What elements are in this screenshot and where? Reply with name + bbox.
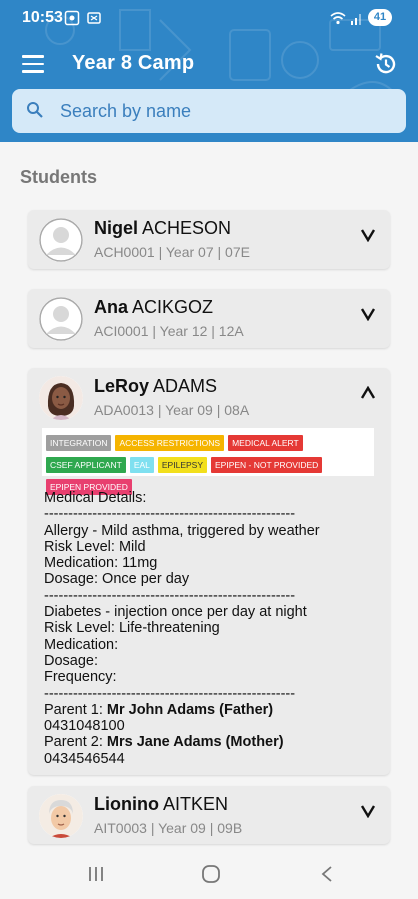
diabetes-medication: Medication: xyxy=(44,636,119,653)
allergy-dosage: Dosage: Once per day xyxy=(44,571,190,588)
system-nav-bar xyxy=(0,850,418,899)
status-time: 10:53 xyxy=(22,9,63,26)
parent-1: Parent 1: Mr John Adams (Father) xyxy=(44,701,274,718)
diabetes-dosage: Dosage: xyxy=(44,652,99,669)
chevron-up-icon[interactable] xyxy=(360,386,376,400)
back-icon[interactable] xyxy=(316,864,340,884)
student-card[interactable]: Nigel ACHESON ACH0001 | Year 07 | 07E xyxy=(28,210,390,269)
student-name: Ana ACIKGOZ xyxy=(94,297,214,317)
avatar-placeholder xyxy=(39,218,83,262)
parent-2: Parent 2: Mrs Jane Adams (Mother) xyxy=(44,734,284,751)
tag-medical-alert: MEDICAL ALERT xyxy=(228,435,303,451)
diabetes-risk-level: Risk Level: Life-threatening xyxy=(44,620,220,637)
home-icon[interactable] xyxy=(199,864,223,884)
student-name: Nigel ACHESON xyxy=(94,218,232,238)
allergy-risk-level: Risk Level: Mild xyxy=(44,538,146,555)
tag-epilepsy: EPILEPSY xyxy=(157,457,207,473)
tag-eal: EAL xyxy=(129,457,154,473)
student-details: AIT0003 | Year 09 | 09B xyxy=(94,820,243,836)
student-avatar xyxy=(39,376,83,420)
tag-integration: INTEGRATION xyxy=(46,435,112,451)
app-bar: Year 8 Camp xyxy=(0,40,418,88)
medical-heading: Medical Details: xyxy=(44,490,147,506)
wifi-icon xyxy=(330,12,346,25)
student-tags: INTEGRATION ACCESS RESTRICTIONS MEDICAL … xyxy=(42,428,374,495)
page-title: Year 8 Camp xyxy=(72,52,195,74)
diabetes-condition: Diabetes - injection once per day at nig… xyxy=(44,604,307,621)
tag-epipen-not-provided: EPIPEN - NOT PROVIDED xyxy=(211,457,323,473)
student-card[interactable]: Lionino AITKEN AIT0003 | Year 09 | 09B xyxy=(28,786,390,844)
screenshot-icon xyxy=(64,10,80,26)
student-card-expanded[interactable]: LeRoy ADAMS ADA0013 | Year 09 | 08A INTE… xyxy=(28,368,390,775)
parent-1-phone[interactable]: 0431048100 xyxy=(44,718,374,734)
sim-icon xyxy=(87,12,101,24)
student-name: Lionino AITKEN xyxy=(94,794,229,814)
history-icon[interactable] xyxy=(372,50,400,78)
divider: ----------------------------------------… xyxy=(44,506,296,523)
student-avatar xyxy=(39,794,83,838)
medical-details: Medical Details: -----------------------… xyxy=(44,490,374,767)
avatar-placeholder xyxy=(39,297,83,341)
student-name: LeRoy ADAMS xyxy=(94,376,218,396)
search-icon xyxy=(27,102,43,118)
search-bar xyxy=(12,89,406,133)
battery-indicator: 41 xyxy=(368,9,392,26)
student-details: ACI0001 | Year 12 | 12A xyxy=(94,323,244,339)
divider: ----------------------------------------… xyxy=(44,685,296,702)
diabetes-frequency: Frequency: xyxy=(44,669,117,686)
recents-icon[interactable] xyxy=(84,864,108,884)
tag-access-restrictions: ACCESS RESTRICTIONS xyxy=(115,435,225,451)
chevron-down-icon[interactable] xyxy=(360,228,376,242)
students-heading: Students xyxy=(20,167,98,187)
tag-csef-applicant: CSEF APPLICANT xyxy=(46,457,126,473)
signal-icon xyxy=(351,14,361,25)
chevron-down-icon[interactable] xyxy=(360,307,376,321)
parent-2-phone[interactable]: 0434546544 xyxy=(44,751,374,767)
status-bar: 10:53 41 xyxy=(0,0,418,36)
search-input[interactable] xyxy=(60,89,390,133)
allergy-medication: Medication: 11mg xyxy=(44,555,158,572)
student-details: ADA0013 | Year 09 | 08A xyxy=(94,402,250,418)
app-header: 10:53 41 Year 8 Camp xyxy=(0,0,418,142)
chevron-down-icon[interactable] xyxy=(360,804,376,818)
student-card[interactable]: Ana ACIKGOZ ACI0001 | Year 12 | 12A xyxy=(28,289,390,348)
student-details: ACH0001 | Year 07 | 07E xyxy=(94,244,250,260)
divider: ----------------------------------------… xyxy=(44,587,296,604)
allergy-condition: Allergy - Mild asthma, triggered by weat… xyxy=(44,522,320,539)
hamburger-menu-icon[interactable] xyxy=(22,55,44,73)
